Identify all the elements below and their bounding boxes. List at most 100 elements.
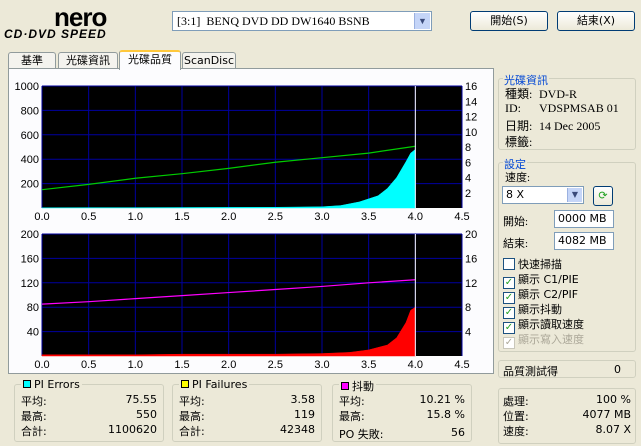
x-tick-label: 1.5 (174, 359, 189, 370)
tab-label: 基準 (21, 54, 43, 67)
start-input[interactable]: 0000 MB (554, 210, 614, 228)
x-tick-label: 0.0 (34, 211, 49, 222)
y-tick-label: 40 (27, 327, 39, 339)
y2-tick-label: 20 (465, 229, 477, 241)
x-tick-label: 1.5 (174, 211, 189, 222)
x-tick-label: 2.5 (268, 211, 283, 222)
pi-failures-max: 119 (294, 408, 315, 421)
start-button[interactable]: 開始(S) (470, 11, 548, 31)
pi-errors-max: 550 (136, 408, 157, 421)
disc-tag-label: 標籤: (505, 135, 533, 149)
x-tick-label: 3.5 (361, 211, 376, 222)
pi-errors-swatch (23, 380, 31, 388)
chevron-down-icon[interactable]: ▼ (567, 188, 582, 202)
y2-tick-label: 8 (465, 142, 471, 154)
x-tick-label: 3.0 (314, 359, 329, 370)
chevron-down-icon[interactable]: ▼ (414, 13, 430, 29)
end-input[interactable]: 4082 MB (554, 232, 614, 250)
pi-errors-chart-svg: 0.0 0.5 1.0 1.5 2.0 2.5 3.0 3.5 4.0 4.5 200 400 600 8… (15, 81, 478, 222)
quality-score-group: 品質測試得 0 (498, 360, 636, 378)
jitter-swatch (341, 382, 349, 390)
tab-label: 光碟品質 (128, 53, 172, 66)
speed-select[interactable]: 8 X ▼ (502, 186, 584, 204)
y-tick-label: 160 (21, 253, 39, 265)
y2-tick-label: 16 (465, 81, 477, 93)
start-label: 開始: (503, 216, 529, 228)
pi-failures-avg-label: 平均: (179, 395, 205, 408)
disc-date-value: 14 Dec 2005 (539, 119, 601, 133)
disc-info-group: 光碟資訊 種類: DVD-R ID: VDSPMSAB 01 日期: 14 Dec 2… (498, 72, 636, 150)
y2-tick-label: 16 (465, 253, 477, 265)
position-label: 位置: (503, 410, 529, 423)
drive-select[interactable]: [3:1] BENQ DVD DD DW1640 BSNB ▼ (172, 11, 432, 31)
x-tick-label: 2.5 (268, 359, 283, 370)
option-label: 顯示 C2/PIF (518, 288, 579, 301)
pi-errors-total: 1100620 (108, 423, 157, 436)
option-checkbox: ✓ 顯示寫入速度 (503, 331, 584, 349)
y2-tick-label: 12 (465, 112, 477, 124)
quality-score-label: 品質測試得 (503, 365, 558, 378)
y2-tick-label: 4 (465, 327, 471, 339)
disc-type-label: 種類: (505, 87, 533, 101)
option-label: 快速掃描 (518, 258, 562, 271)
pi-failures-stats: PI Failures 平均: 3.58 最高: 119 合計: 42348 (172, 378, 322, 442)
jitter-max-label: 最高: (339, 410, 365, 423)
nero-logo: nero CD·DVD SPEED (4, 2, 164, 44)
y-tick-label: 1000 (15, 81, 39, 93)
option-label: 顯示寫入速度 (518, 333, 584, 346)
pi-errors-max-label: 最高: (21, 410, 47, 423)
x-tick-label: 4.5 (454, 211, 469, 222)
read-speed-label: 速度: (503, 425, 529, 438)
y-tick-label: 800 (21, 105, 39, 117)
speed-select-value: 8 X (506, 188, 525, 201)
checkbox-icon (503, 258, 515, 270)
pi-errors-avg: 75.55 (125, 393, 158, 406)
y2-tick-label: 4 (465, 173, 471, 185)
speed-label: 速度: (505, 172, 531, 184)
x-tick-label: 1.0 (128, 359, 143, 370)
x-tick-label: 0.0 (34, 359, 49, 370)
tab-label: 光碟資訊 (66, 54, 110, 67)
drive-select-value: [3:1] BENQ DVD DD DW1640 BSNB (177, 14, 370, 28)
tab-label: ScanDisc (183, 54, 235, 67)
pi-errors-total-label: 合計: (21, 425, 47, 438)
y2-tick-label: 2 (465, 188, 471, 200)
option-label: 顯示抖動 (518, 303, 562, 316)
tab-disc-quality[interactable]: 光碟品質 (119, 50, 181, 70)
y-tick-label: 600 (21, 130, 39, 142)
pi-failures-total-label: 合計: (179, 425, 205, 438)
tab-scandisc[interactable]: ScanDisc (182, 52, 236, 69)
read-speed-value: 8.07 X (595, 423, 631, 436)
x-tick-label: 2.0 (221, 211, 236, 222)
jitter-title: 抖動 (352, 380, 374, 393)
tab-benchmark[interactable]: 基準 (8, 52, 56, 69)
option-label: 顯示讀取速度 (518, 318, 584, 331)
x-tick-label: 0.5 (81, 211, 96, 222)
jitter-avg: 10.21 % (419, 393, 465, 406)
refresh-button[interactable]: ⟳ (593, 186, 613, 206)
option-checkbox[interactable]: 快速掃描 (503, 256, 562, 272)
quality-score-value: 0 (614, 363, 621, 376)
jitter-stats: 抖動 平均: 10.21 % 最高: 15.8 % PO 失敗: 56 (332, 378, 472, 442)
x-tick-label: 1.0 (128, 211, 143, 222)
pi-failures-max-label: 最高: (179, 410, 205, 423)
y-tick-label: 200 (21, 179, 39, 191)
tab-disc-info[interactable]: 光碟資訊 (58, 52, 118, 69)
pi-failures-chart: 0.0 0.5 1.0 1.5 2.0 2.5 3.0 3.5 4.0 4.5 40 80 120 160… (10, 228, 486, 370)
y-tick-label: 200 (21, 229, 39, 241)
disc-id-label: ID: (505, 101, 521, 115)
pi-errors-chart: 0.0 0.5 1.0 1.5 2.0 2.5 3.0 3.5 4.0 4.5 200 400 600 8… (10, 80, 486, 222)
y-tick-label: 120 (21, 278, 39, 290)
disc-type-value: DVD-R (539, 87, 577, 101)
y-tick-label: 80 (27, 302, 39, 314)
x-tick-label: 3.5 (361, 359, 376, 370)
y2-tick-label: 6 (465, 157, 471, 169)
exit-button[interactable]: 結束(X) (557, 11, 635, 31)
jitter-avg-label: 平均: (339, 395, 365, 408)
pi-errors-avg-label: 平均: (21, 395, 47, 408)
pi-errors-stats: PI Errors 平均: 75.55 最高: 550 合計: 1100620 (14, 378, 164, 442)
x-tick-label: 3.0 (314, 211, 329, 222)
end-label: 結束: (503, 238, 529, 250)
disc-id-value: VDSPMSAB 01 (539, 101, 619, 115)
po-failures-value: 56 (451, 426, 465, 439)
